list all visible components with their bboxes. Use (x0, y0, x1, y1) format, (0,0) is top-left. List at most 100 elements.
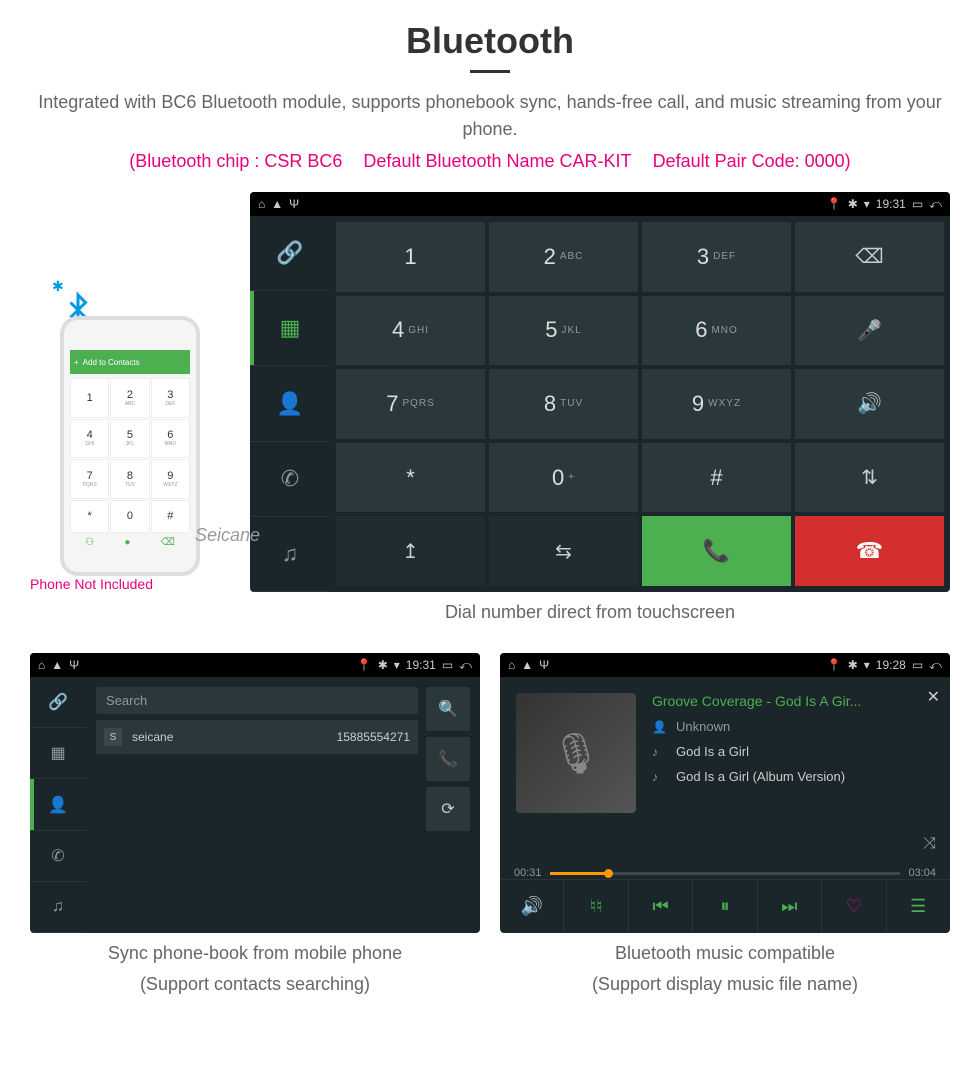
sidebar-music-icon[interactable]: ♫ (30, 882, 86, 933)
phone-key: 6MNO (151, 419, 190, 459)
phone-key: 7PQRS (70, 459, 109, 499)
favorite-button[interactable]: ♡ (822, 880, 886, 933)
note-icon: ♪ (652, 745, 668, 759)
sidebar-dialpad-icon[interactable]: ▦ (250, 291, 330, 366)
sidebar-calllog-icon[interactable]: ✆ (30, 831, 86, 882)
warning-icon: ▲ (271, 197, 283, 211)
sidebar-pair-icon[interactable]: 🔗 (30, 677, 86, 728)
location-icon: 📍 (827, 197, 842, 211)
dial-call-button[interactable]: 📞 (642, 516, 791, 586)
page-title: Bluetooth (30, 20, 950, 62)
location-icon: 📍 (827, 658, 842, 672)
dial-pad: 1 2ABC 3DEF ⌫ 4GHI 5JKL 6MNO 🎤 7PQRS 8TU… (330, 216, 950, 592)
pause-button[interactable]: ⏸ (693, 880, 757, 933)
dial-key-1[interactable]: 1 (336, 222, 485, 292)
dial-key-hash[interactable]: # (642, 443, 791, 513)
recents-icon[interactable]: ▭ (442, 658, 453, 672)
sidebar-dialpad-icon[interactable]: ▦ (30, 728, 86, 779)
dial-key-7[interactable]: 7PQRS (336, 369, 485, 439)
dial-key-4[interactable]: 4GHI (336, 296, 485, 366)
back-icon[interactable]: ⤺ (459, 658, 472, 673)
dial-backspace-button[interactable]: ⌫ (795, 222, 944, 292)
dialer-screen: ⌂ ▲ Ψ 📍 ✱ ▾ 19:31 ▭ ⤺ 🔗 ▦ 👤 ✆ ♫ (250, 192, 950, 592)
page-subtitle: Integrated with BC6 Bluetooth module, su… (30, 89, 950, 143)
phonebook-caption-2: (Support contacts searching) (30, 974, 480, 995)
wifi-icon: ▾ (864, 197, 870, 211)
artist-icon: 👤 (652, 720, 668, 734)
time-total: 03:04 (908, 867, 936, 879)
playlist-button[interactable]: ☰ (887, 880, 950, 933)
location-icon: 📍 (357, 658, 372, 672)
dial-speaker-button[interactable]: 🔊 (795, 369, 944, 439)
phone-mockup: + Add to Contacts 1 2ABC 3DEF 4GHI 5JKL … (60, 316, 200, 576)
contact-row[interactable]: S seicane 15885554271 (96, 720, 418, 754)
music-caption-1: Bluetooth music compatible (500, 943, 950, 964)
search-input[interactable]: Search (96, 687, 418, 714)
dial-key-0[interactable]: 0+ (489, 443, 638, 513)
time-elapsed: 00:31 (514, 867, 542, 879)
home-icon[interactable]: ⌂ (258, 197, 265, 211)
phone-key: 3DEF (151, 378, 190, 418)
track-title: Groove Coverage - God Is A Gir... (652, 693, 934, 709)
recents-icon[interactable]: ▭ (912, 658, 923, 672)
usb-icon: Ψ (289, 197, 299, 211)
sidebar-contacts-icon[interactable]: 👤 (250, 366, 330, 441)
phone-key: 0 (110, 500, 149, 534)
shuffle-button[interactable]: ⤨ (923, 835, 936, 853)
next-button[interactable]: ⏭ (758, 880, 822, 933)
call-icon: ● (124, 537, 130, 548)
dial-key-9[interactable]: 9WXYZ (642, 369, 791, 439)
voicemail-icon: ⚇ (85, 537, 94, 548)
usb-icon: Ψ (539, 658, 549, 672)
contact-number: 15885554271 (337, 730, 410, 744)
phone-key: # (151, 500, 190, 534)
back-icon[interactable]: ⤺ (929, 197, 942, 212)
prev-button[interactable]: ⏮ (629, 880, 693, 933)
search-button[interactable]: 🔍 (426, 687, 470, 731)
bluetooth-status-icon: ✱ (848, 197, 858, 211)
dial-key-5[interactable]: 5JKL (489, 296, 638, 366)
sidebar-music-icon[interactable]: ♫ (250, 517, 330, 592)
sidebar-pair-icon[interactable]: 🔗 (250, 216, 330, 291)
wifi-icon: ▾ (394, 658, 400, 672)
music-controls: 🔊 ♮♮ ⏮ ⏸ ⏭ ♡ ☰ (500, 879, 950, 933)
phone-key: 5JKL (110, 419, 149, 459)
status-bar: ⌂ ▲ Ψ 📍 ✱ ▾ 19:31 ▭ ⤺ (250, 192, 950, 216)
recents-icon[interactable]: ▭ (912, 197, 923, 211)
dialer-caption: Dial number direct from touchscreen (230, 602, 950, 623)
dial-key-3[interactable]: 3DEF (642, 222, 791, 292)
dial-key-8[interactable]: 8TUV (489, 369, 638, 439)
wifi-icon: ▾ (864, 658, 870, 672)
dial-key-star[interactable]: * (336, 443, 485, 513)
sidebar-calllog-icon[interactable]: ✆ (250, 442, 330, 517)
progress-bar[interactable] (550, 872, 901, 875)
bluetooth-status-icon: ✱ (848, 658, 858, 672)
home-icon[interactable]: ⌂ (508, 658, 515, 672)
home-icon[interactable]: ⌂ (38, 658, 45, 672)
phone-key: * (70, 500, 109, 534)
dial-mute-button[interactable]: 🎤 (795, 296, 944, 366)
clock: 19:31 (406, 658, 436, 672)
dial-swap-up-button[interactable]: ↥ (336, 516, 485, 586)
sync-button[interactable]: ⟳ (426, 787, 470, 831)
volume-button[interactable]: 🔊 (500, 880, 564, 933)
music-caption-2: (Support display music file name) (500, 974, 950, 995)
dial-transfer-button[interactable]: ⇅ (795, 443, 944, 513)
call-button[interactable]: 📞 (426, 737, 470, 781)
dial-hangup-button[interactable]: ☎ (795, 516, 944, 586)
eq-button[interactable]: ♮♮ (564, 880, 628, 933)
status-bar: ⌂ ▲ Ψ 📍 ✱ ▾ 19:31 ▭ ⤺ (30, 653, 480, 677)
dial-swap-button[interactable]: ⇆ (489, 516, 638, 586)
dial-key-6[interactable]: 6MNO (642, 296, 791, 366)
phonebook-caption-1: Sync phone-book from mobile phone (30, 943, 480, 964)
dial-key-2[interactable]: 2ABC (489, 222, 638, 292)
sidebar-contacts-icon[interactable]: 👤 (30, 779, 86, 830)
phonebook-screen: ⌂ ▲ Ψ 📍 ✱ ▾ 19:31 ▭ ⤺ 🔗 ▦ 👤 ✆ (30, 653, 480, 933)
warning-icon: ▲ (51, 658, 63, 672)
phone-key: 8TUV (110, 459, 149, 499)
close-button[interactable]: ✕ (927, 687, 940, 707)
dialer-sidebar: 🔗 ▦ 👤 ✆ ♫ (250, 216, 330, 592)
phone-mock-header: + Add to Contacts (70, 350, 190, 374)
back-icon[interactable]: ⤺ (929, 658, 942, 673)
note-icon: ♪ (652, 770, 668, 784)
